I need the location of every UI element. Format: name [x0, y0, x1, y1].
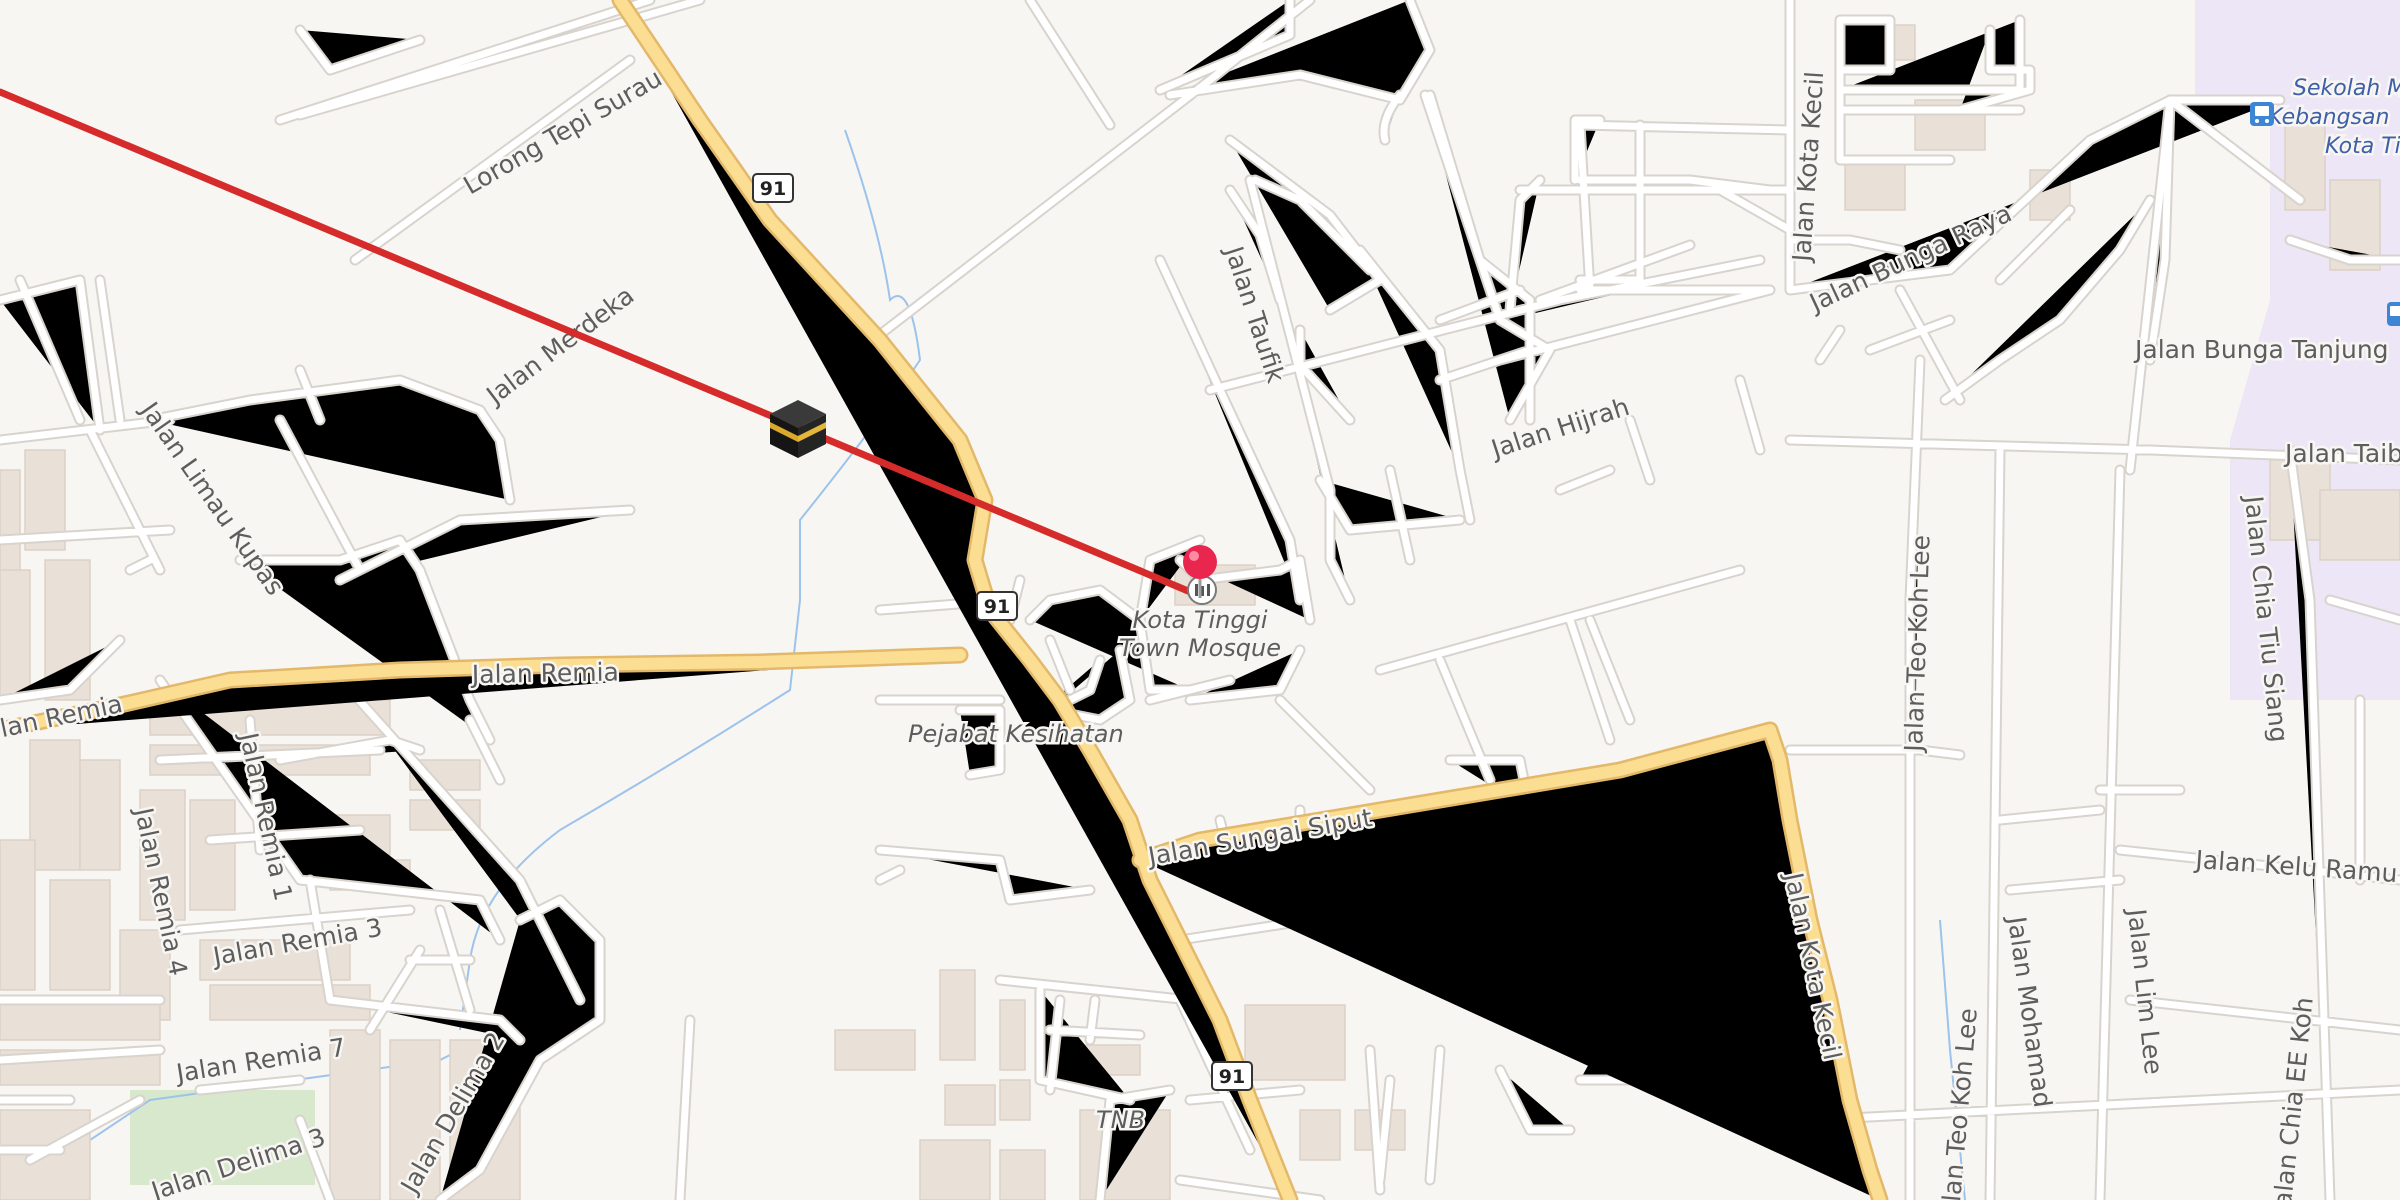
svg-text:91: 91 [984, 596, 1010, 618]
route-shield-1: 91 [752, 173, 794, 203]
map-canvas[interactable]: 91 91 91 Lorong Tepi Surau Jalan Merdeka… [0, 0, 2400, 1200]
label-jalan-lim-lee: Jalan Lim Lee [2122, 906, 2168, 1076]
label-jalan-teo-koh-lee-2: Jalan Teo Koh Lee [1935, 1007, 1983, 1200]
label-jalan-kelu-ramu: Jalan Kelu Ramu [2193, 845, 2399, 888]
label-jalan-teo-koh-lee: Jalan Teo Koh Lee [1899, 534, 1936, 754]
label-jalan-mohamad: Jalan Mohamad [2002, 913, 2058, 1109]
school-name-line2: Kebangsan [2268, 105, 2389, 130]
route-shield-2: 91 [976, 591, 1018, 621]
school-name-line3: Kota Tin [2325, 134, 2400, 159]
bus-stop-icon[interactable] [2250, 102, 2274, 126]
bus-stop-icon-2[interactable] [2387, 302, 2400, 326]
label-jalan-bunga-tanjung: Jalan Bunga Tanjung [2133, 335, 2389, 364]
school-name-line1: Sekolah Me [2293, 76, 2400, 101]
svg-text:91: 91 [1219, 1066, 1245, 1088]
mosque-icon[interactable] [1187, 575, 1217, 605]
label-jalan-taib: Jalan Taib [2283, 439, 2400, 468]
svg-text:91: 91 [760, 178, 786, 200]
label-lorong-tepi-surau: Lorong Tepi Surau [459, 63, 667, 200]
mosque-name-line1: Kota Tinggi [1133, 606, 1268, 634]
kaaba-icon[interactable] [770, 400, 826, 458]
label-jalan-remia: Jalan Remia [470, 657, 619, 689]
qibla-direction-line [0, 88, 1204, 600]
route-shield-3: 91 [1211, 1061, 1253, 1091]
label-pejabat-kesihatan: Pejabat Kesihatan [908, 720, 1124, 748]
label-tnb: TNB [1096, 1106, 1145, 1134]
mosque-name-line2: Town Mosque [1119, 634, 1281, 662]
